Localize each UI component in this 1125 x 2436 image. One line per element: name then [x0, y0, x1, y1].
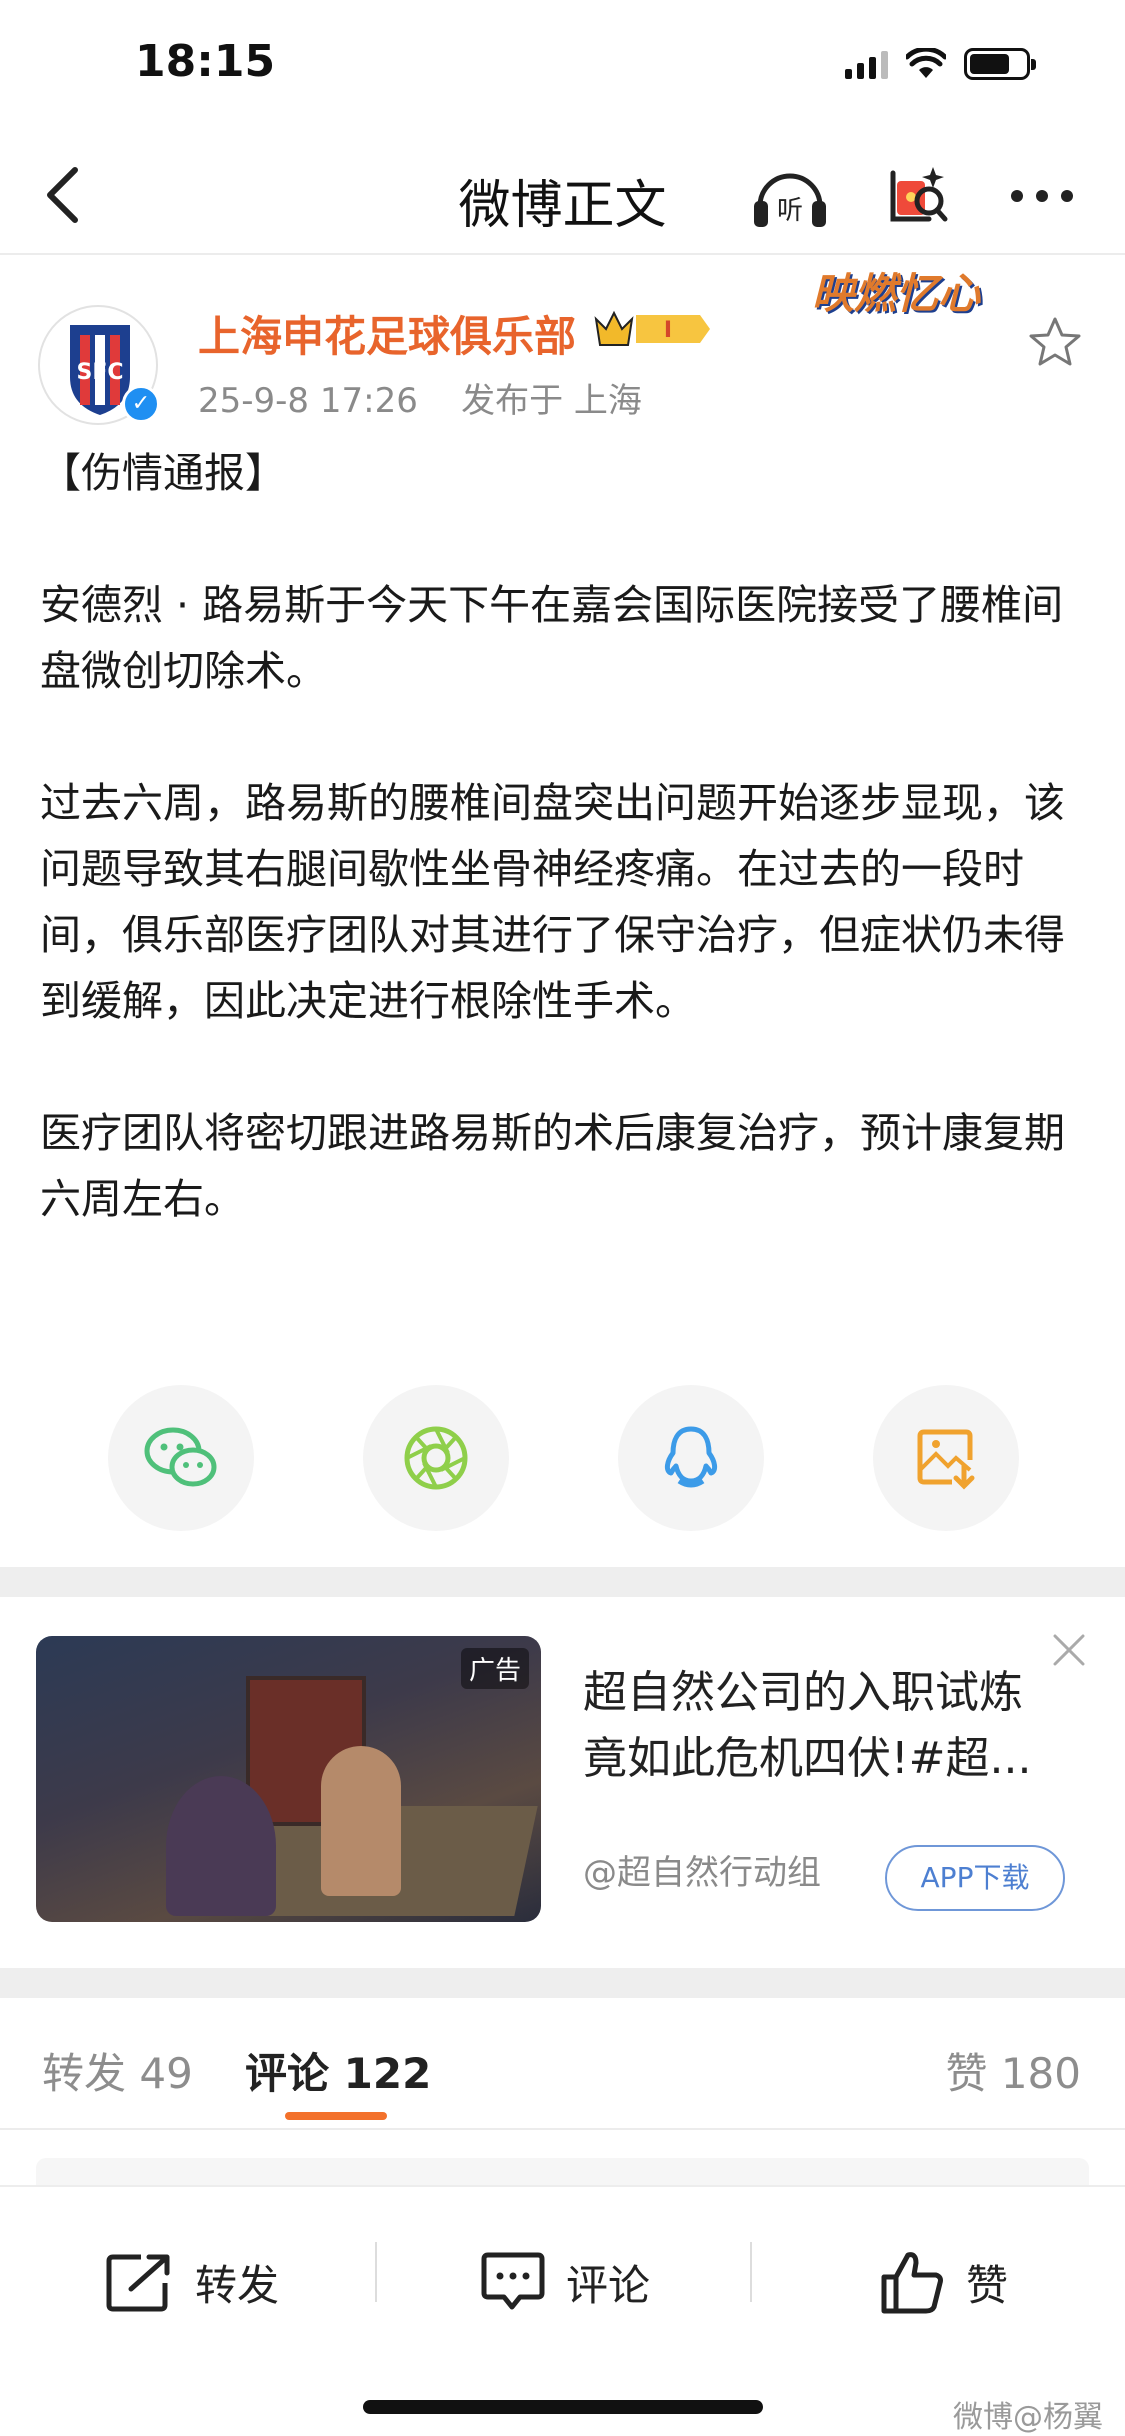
moments-icon [404, 1426, 468, 1490]
active-tab-indicator [285, 2112, 387, 2120]
repost-icon [106, 2254, 170, 2312]
svg-text:SFC: SFC [76, 360, 123, 385]
home-indicator [363, 2400, 763, 2414]
author-name[interactable]: 上海申花足球俱乐部 [198, 303, 576, 364]
close-icon[interactable] [1049, 1630, 1089, 1670]
wifi-icon [906, 48, 946, 78]
decoration-banner: 映燃忆心 [812, 269, 981, 318]
badge-level: I [664, 318, 672, 343]
tab-comment[interactable]: 评论 122 [245, 2040, 431, 2101]
post-paragraph: 医疗团队将密切跟进路易斯的术后康复治疗，预计康复期六周左右。 [40, 1109, 1065, 1223]
post-meta: 25-9-8 17:26 发布于 上海 [198, 373, 642, 422]
ad-card[interactable]: 广告 超自然公司的入职试炼竟如此危机四伏!#超... @超自然行动组 APP下载 [0, 1600, 1125, 1970]
interaction-tabs: 转发 49 评论 122 赞 180 [0, 2000, 1125, 2130]
ad-label: 广告 [460, 1648, 529, 1689]
save-image-button[interactable] [873, 1385, 1019, 1531]
repost-button[interactable]: 转发 [105, 2237, 279, 2327]
comment-icon [481, 2252, 545, 2310]
cellular-signal-icon [845, 49, 888, 79]
separator [750, 2242, 752, 2302]
post-content: 【伤情通报】 安德烈 · 路易斯于今天下午在嘉会国际医院接受了腰椎间盘微创切除术… [40, 440, 1090, 1298]
status-time: 18:15 [135, 36, 276, 87]
share-row [0, 1385, 1125, 1535]
thumbs-up-icon [881, 2252, 943, 2314]
post-location: 发布于 上海 [461, 381, 642, 421]
red-packet-icon[interactable] [873, 153, 959, 239]
headphones-listen-icon[interactable]: 听 [747, 153, 833, 239]
top-nav-bar: 微博正文 听 [0, 135, 1125, 255]
save-image-icon [917, 1429, 975, 1490]
post-paragraph: 安德烈 · 路易斯于今天下午在嘉会国际医院接受了腰椎间盘微创切除术。 [40, 581, 1064, 695]
section-divider [0, 1567, 1125, 1597]
section-divider [0, 1968, 1125, 1998]
app-download-button[interactable]: APP下载 [885, 1845, 1065, 1911]
like-button[interactable]: 赞 [880, 2237, 1008, 2327]
favorite-star-icon[interactable] [1025, 313, 1085, 373]
post-paragraph: 过去六周，路易斯的腰椎间盘突出问题开始逐步显现，该问题导致其右腿间歇性坐骨神经疼… [40, 779, 1065, 1025]
svg-text:听: 听 [777, 196, 803, 226]
tab-like[interactable]: 赞 180 [945, 2040, 1081, 2101]
comment-button[interactable]: 评论 [480, 2237, 650, 2327]
share-moments-button[interactable] [363, 1385, 509, 1531]
repost-label: 转发 [195, 2260, 280, 2310]
watermark: 微博@杨翼 [953, 2400, 1103, 2435]
comment-label: 评论 [566, 2260, 651, 2310]
wechat-icon [144, 1427, 217, 1487]
tab-repost[interactable]: 转发 49 [42, 2040, 193, 2101]
ad-source[interactable]: @超自然行动组 [583, 1845, 821, 1894]
post-paragraph: 【伤情通报】 [40, 449, 286, 497]
more-dots-icon[interactable] [999, 153, 1085, 239]
vip-crown-badge-icon[interactable]: I [592, 307, 712, 351]
post-timestamp: 25-9-8 17:26 [198, 381, 418, 421]
verified-badge-icon: ✓ [122, 385, 160, 423]
qq-icon [664, 1426, 718, 1488]
share-qq-button[interactable] [618, 1385, 764, 1531]
status-bar: 18:15 [0, 0, 1125, 135]
battery-icon [964, 48, 1036, 80]
ad-image[interactable]: 广告 [36, 1636, 541, 1922]
ad-title[interactable]: 超自然公司的入职试炼竟如此危机四伏!#超... [583, 1660, 1063, 1792]
status-icons [845, 48, 1036, 80]
like-label: 赞 [966, 2260, 1009, 2310]
post-header: 映燃忆心 SFC ✓ 上海申花足球俱乐部 I 25-9-8 17:26 发布于 … [0, 255, 1125, 435]
separator [375, 2242, 377, 2302]
share-wechat-button[interactable] [108, 1385, 254, 1531]
